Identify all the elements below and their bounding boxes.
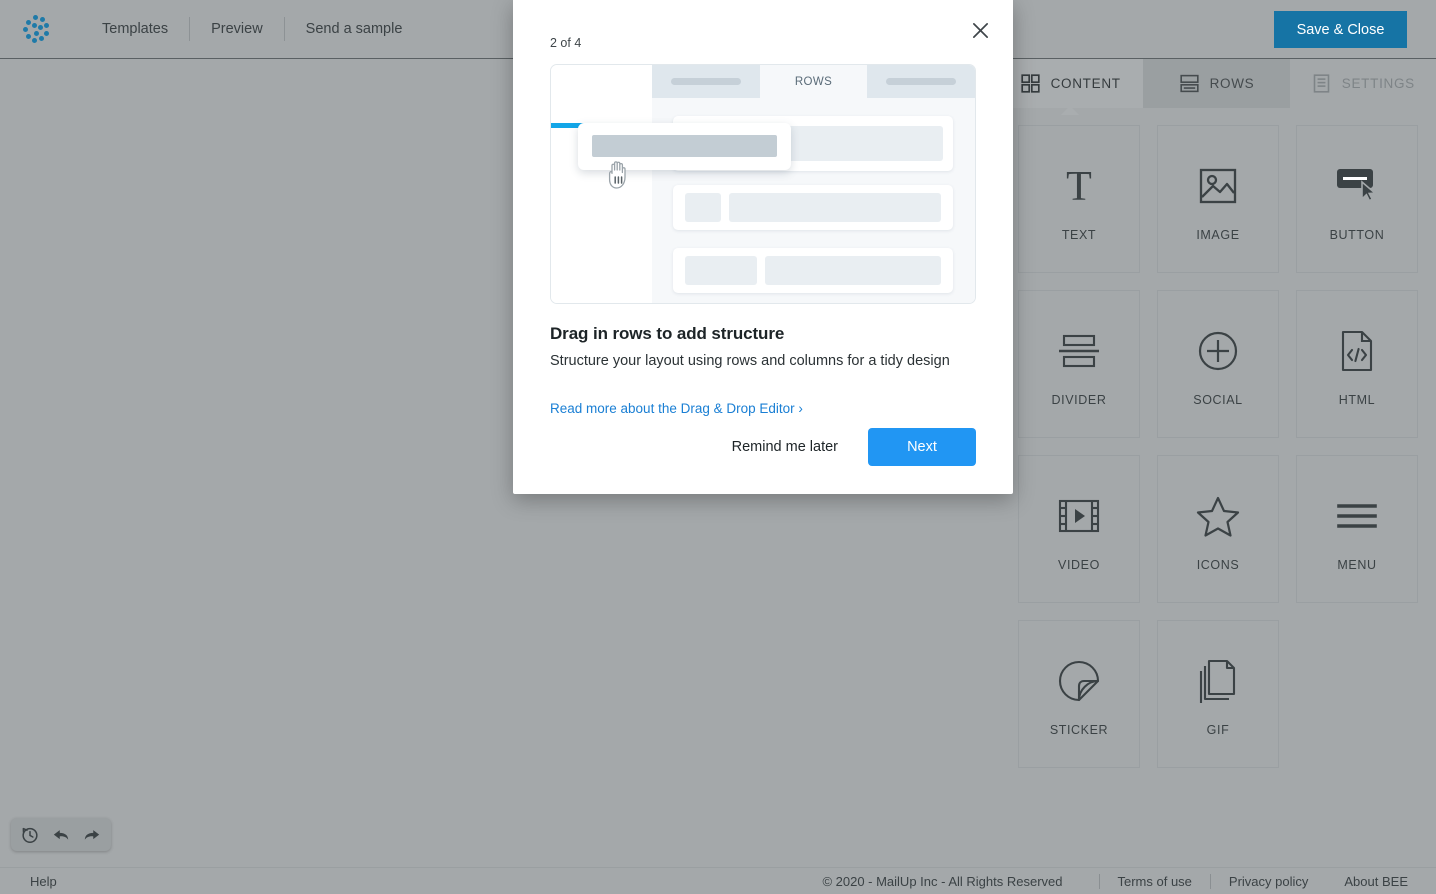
content-tile-label: DIVIDER (1051, 393, 1107, 407)
document-lines-icon (1311, 73, 1332, 94)
footer-help-link[interactable]: Help (30, 874, 57, 889)
tab-content-label: CONTENT (1050, 76, 1121, 91)
content-tile-gif[interactable]: GIF (1157, 620, 1279, 768)
content-tile-icons[interactable]: ICONS (1157, 455, 1279, 603)
tab-settings-label: SETTINGS (1341, 76, 1415, 91)
content-tile-menu[interactable]: MENU (1296, 455, 1418, 603)
grab-hand-icon (607, 157, 633, 191)
grid-four-squares-icon (1020, 73, 1041, 94)
footer-divider (1209, 873, 1211, 889)
content-tile-label: BUTTON (1329, 228, 1385, 242)
illustration-tab-placeholder (867, 65, 975, 98)
redo-arrow-icon[interactable] (82, 825, 102, 845)
content-tile-label: TEXT (1061, 228, 1097, 242)
content-tile-video[interactable]: VIDEO (1018, 455, 1140, 603)
content-blocks-grid: T TEXT IMAGE BUTTON DIVIDER SOCIAL HTML … (997, 108, 1436, 768)
button-cursor-icon (1334, 156, 1380, 216)
footer-bar: Help © 2020 - MailUp Inc - All Rights Re… (0, 867, 1436, 894)
save-and-close-button[interactable]: Save & Close (1274, 11, 1407, 48)
serif-T-icon: T (1056, 156, 1102, 216)
undo-arrow-icon[interactable] (51, 825, 71, 845)
footer-divider (1098, 873, 1100, 889)
main-nav: Templates Preview Send a sample (81, 17, 423, 41)
next-button[interactable]: Next (868, 428, 976, 466)
illustration-left-panel (551, 65, 652, 303)
remind-me-later-button[interactable]: Remind me later (716, 429, 854, 465)
divider-icon (1056, 321, 1102, 381)
footer-link-privacy-policy[interactable]: Privacy policy (1229, 874, 1308, 889)
svg-text:T: T (1066, 164, 1092, 209)
sticker-peel-icon (1056, 651, 1102, 711)
tab-rows-label: ROWS (1209, 76, 1255, 91)
history-toolbar (11, 818, 111, 851)
sidebar-tabs: CONTENT ROWS SETTINGS (997, 59, 1436, 115)
content-tile-label: SOCIAL (1193, 393, 1243, 407)
illustration-tab-rows-label: ROWS (794, 75, 833, 88)
tab-settings[interactable]: SETTINGS (1290, 59, 1436, 108)
modal-action-buttons: Remind me later Next (716, 428, 976, 466)
nav-item-send-a-sample[interactable]: Send a sample (285, 19, 424, 39)
footer-copyright: © 2020 - MailUp Inc - All Rights Reserve… (822, 873, 1063, 889)
content-tile-label: IMAGE (1196, 228, 1240, 242)
modal-body-text: Structure your layout using rows and col… (550, 353, 950, 369)
modal-illustration: ROWS (550, 64, 976, 304)
illustration-row-card (673, 248, 953, 293)
nav-item-preview[interactable]: Preview (190, 19, 284, 39)
hamburger-lines-icon (1335, 486, 1379, 546)
footer-link-about-bee[interactable]: About BEE (1344, 874, 1408, 889)
bee-dots-logo-icon[interactable] (19, 12, 53, 46)
content-tile-label: STICKER (1049, 723, 1109, 737)
onboarding-modal: 2 of 4 ROWS Drag in rows to add structur… (513, 0, 1013, 494)
content-tile-text[interactable]: T TEXT (1018, 125, 1140, 273)
illustration-tab-placeholder (652, 65, 760, 98)
illustration-tabs: ROWS (652, 65, 975, 98)
content-tile-html[interactable]: HTML (1296, 290, 1418, 438)
right-sidebar: CONTENT ROWS SETTINGS T TEXT IMAGE BUTTO… (997, 59, 1436, 867)
footer-link-terms-of-use[interactable]: Terms of use (1118, 874, 1192, 889)
modal-heading: Drag in rows to add structure (550, 324, 785, 343)
rows-stack-icon (1179, 73, 1200, 94)
content-tile-label: MENU (1337, 558, 1377, 572)
content-tile-label: VIDEO (1058, 558, 1100, 572)
stacked-pages-icon (1197, 651, 1239, 711)
picture-icon (1196, 156, 1240, 216)
close-x-icon[interactable] (967, 17, 993, 43)
illustration-row-card (673, 185, 953, 230)
modal-step-counter: 2 of 4 (550, 36, 582, 50)
content-tile-divider[interactable]: DIVIDER (1018, 290, 1140, 438)
active-tab-caret-icon (1061, 106, 1080, 115)
content-tile-social[interactable]: SOCIAL (1157, 290, 1279, 438)
content-tile-button[interactable]: BUTTON (1296, 125, 1418, 273)
footer-right-group: © 2020 - MailUp Inc - All Rights Reserve… (822, 873, 1408, 889)
star-icon (1195, 486, 1241, 546)
code-file-icon (1337, 321, 1377, 381)
read-more-link[interactable]: Read more about the Drag & Drop Editor › (550, 401, 803, 416)
content-tile-label: GIF (1206, 723, 1230, 737)
content-tile-label: HTML (1338, 393, 1376, 407)
nav-item-templates[interactable]: Templates (81, 19, 189, 39)
tab-content[interactable]: CONTENT (997, 59, 1144, 115)
content-tile-image[interactable]: IMAGE (1157, 125, 1279, 273)
illustration-tab-rows: ROWS (759, 65, 868, 98)
history-clock-icon[interactable] (20, 825, 40, 845)
app-root: Templates Preview Send a sample Save & C… (0, 0, 1436, 894)
content-tile-label: ICONS (1196, 558, 1240, 572)
content-tile-sticker[interactable]: STICKER (1018, 620, 1140, 768)
plus-circle-icon (1195, 321, 1241, 381)
tab-rows[interactable]: ROWS (1143, 59, 1290, 108)
film-play-icon (1056, 486, 1102, 546)
